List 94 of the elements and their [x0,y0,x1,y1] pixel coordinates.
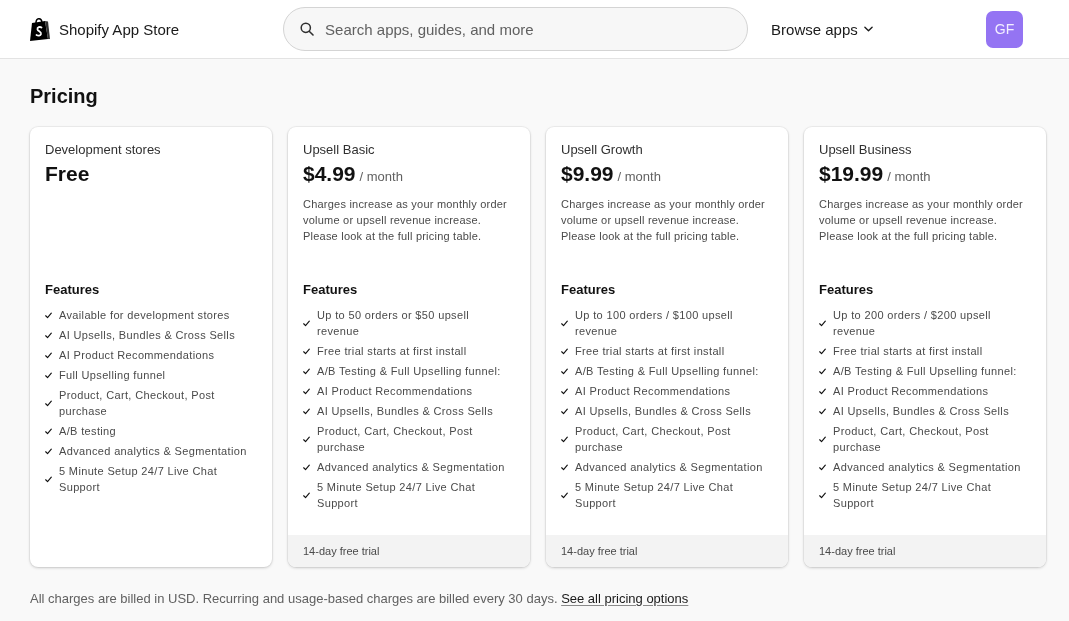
billing-period: / month [359,169,403,184]
plan-name: Upsell Business [819,141,912,159]
home-link[interactable]: Shopify App Store [30,17,180,41]
feature-text: Product, Cart, Checkout, Post purchase [317,424,474,455]
feature-text: A/B Testing & Full Upselling funnel: [317,364,501,379]
check-icon [561,347,568,355]
feature-text: AI Product Recommendations [833,384,989,399]
check-icon [561,491,568,499]
feature-text: AI Upsells, Bundles & Cross Sells [833,404,1009,419]
check-icon [561,387,568,395]
check-icon [303,347,310,355]
chevron-down-icon [863,26,873,32]
check-icon [819,319,826,327]
feature-text: 5 Minute Setup 24/7 Live Chat Support [575,480,735,511]
check-icon [819,387,826,395]
check-icon [303,387,310,395]
check-icon [303,319,310,327]
check-icon [819,407,826,415]
features-heading: Features [303,281,358,299]
pricing-options-link[interactable]: See all pricing options [561,591,689,606]
check-icon [45,475,52,483]
check-icon [561,319,568,327]
check-icon [819,347,826,355]
trial-footer: 14-day free trial [288,535,530,567]
billing-period: / month [887,169,931,184]
billing-period: / month [617,169,661,184]
check-icon [45,311,52,319]
plan-name: Upsell Basic [303,141,375,159]
check-icon [303,435,310,443]
features-heading: Features [45,281,100,299]
feature-text: AI Upsells, Bundles & Cross Sells [59,328,235,343]
check-icon [45,371,52,379]
plan-price: $19.99 [819,162,884,186]
search-icon [300,22,315,36]
feature-text: Up to 50 orders or $50 upsell revenue [317,308,470,339]
page-title: Pricing [30,84,98,109]
check-icon [303,407,310,415]
check-icon [303,367,310,375]
check-icon [303,463,310,471]
feature-text: Full Upselling funnel [59,368,166,383]
feature-text: AI Product Recommendations [59,348,215,363]
check-icon [303,491,310,499]
check-icon [561,407,568,415]
feature-text: Free trial starts at first install [833,344,983,359]
feature-text: Advanced analytics & Segmentation [833,460,1021,475]
feature-text: AI Product Recommendations [317,384,473,399]
feature-text: Advanced analytics & Segmentation [317,460,505,475]
check-icon [819,463,826,471]
feature-text: Up to 200 orders / $200 upsell revenue [833,308,992,339]
plan-name: Upsell Growth [561,141,643,159]
plan-price: $9.99 [561,162,614,186]
feature-text: A/B Testing & Full Upselling funnel: [833,364,1017,379]
browse-apps-button[interactable]: Browse apps [771,20,873,38]
plan-name: Development stores [45,141,161,159]
check-icon [561,367,568,375]
feature-text: 5 Minute Setup 24/7 Live Chat Support [59,464,219,495]
feature-text: AI Upsells, Bundles & Cross Sells [317,404,493,419]
shopping-bag-icon [30,17,50,41]
feature-text: A/B testing [59,424,117,439]
check-icon [45,399,52,407]
feature-text: Up to 100 orders / $100 upsell revenue [575,308,734,339]
feature-text: 5 Minute Setup 24/7 Live Chat Support [833,480,993,511]
check-icon [561,463,568,471]
plan-description: Charges increase as your monthly order volume or upsell revenue increase. Please look at the full pricing table. [561,197,766,244]
feature-text: Free trial starts at first install [317,344,467,359]
feature-text: Advanced analytics & Segmentation [575,460,763,475]
feature-text: Available for development stores [59,308,230,323]
trial-footer: 14-day free trial [546,535,788,567]
check-icon [819,491,826,499]
check-icon [819,367,826,375]
feature-text: Free trial starts at first install [575,344,725,359]
plan-description: Charges increase as your monthly order volume or upsell revenue increase. Please look at the full pricing table. [303,197,508,244]
feature-text: Product, Cart, Checkout, Post purchase [833,424,990,455]
check-icon [561,435,568,443]
feature-text: Product, Cart, Checkout, Post purchase [575,424,732,455]
plan-price: Free [45,162,90,186]
feature-text: Product, Cart, Checkout, Post purchase [59,388,216,419]
feature-text: 5 Minute Setup 24/7 Live Chat Support [317,480,477,511]
features-heading: Features [819,281,874,299]
billing-note: All charges are billed in USD. Recurring and usage-based charges are billed every 30 days. See all pricing options [30,590,689,608]
search-field[interactable]: Search apps, guides, and more [283,7,749,51]
features-heading: Features [561,281,616,299]
check-icon [45,447,52,455]
check-icon [45,351,52,359]
feature-text: Advanced analytics & Segmentation [59,444,247,459]
trial-footer: 14-day free trial [804,535,1046,567]
check-icon [45,427,52,435]
plan-price: $4.99 [303,162,356,186]
plan-description: Charges increase as your monthly order volume or upsell revenue increase. Please look at the full pricing table. [819,197,1024,244]
feature-text: AI Product Recommendations [575,384,731,399]
check-icon [45,331,52,339]
check-icon [819,435,826,443]
feature-text: AI Upsells, Bundles & Cross Sells [575,404,751,419]
feature-text: A/B Testing & Full Upselling funnel: [575,364,759,379]
